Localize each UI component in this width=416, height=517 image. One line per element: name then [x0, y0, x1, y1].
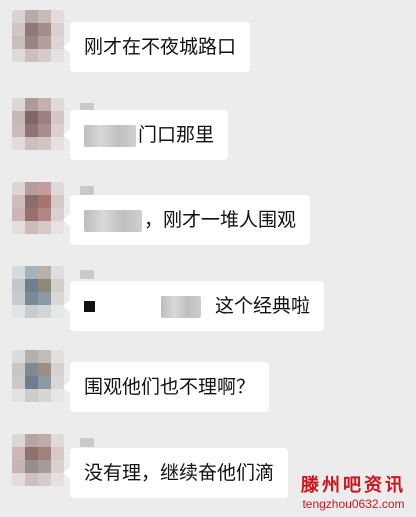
- message-text: 刚才在不夜城路口: [84, 36, 237, 58]
- avatar[interactable]: [12, 98, 64, 150]
- message-text: 围观他们也不理啊？: [84, 376, 256, 398]
- watermark-title: 滕州吧资讯: [301, 475, 406, 496]
- message-text: ，刚才一堆人围观: [144, 209, 297, 231]
- redacted-text: [84, 124, 136, 147]
- message-text: 门口那里: [138, 124, 215, 146]
- message-bubble[interactable]: 没有理，继续奋他们滴: [62, 448, 289, 498]
- redacted-text: [84, 209, 142, 232]
- avatar[interactable]: [12, 10, 64, 62]
- sender-name-blurred: [80, 438, 94, 447]
- message-bubble[interactable]: 刚才在不夜城路口: [62, 22, 251, 72]
- message-text: 没有理，继续奋他们滴: [84, 462, 275, 484]
- sender-name-blurred: [80, 186, 94, 195]
- message-bubble[interactable]: ，刚才一堆人围观: [62, 195, 311, 245]
- redacted-mark: [84, 301, 95, 312]
- watermark-url: tengzhou0632.com: [302, 497, 405, 511]
- redacted-text: [161, 295, 201, 318]
- watermark: 滕州吧资讯 tengzhou0632.com: [301, 471, 406, 511]
- avatar[interactable]: [12, 266, 64, 318]
- message-bubble[interactable]: 围观他们也不理啊？: [62, 362, 270, 412]
- message-bubble[interactable]: 这个经典啦: [62, 281, 325, 331]
- sender-name-blurred: [80, 270, 94, 279]
- message-text: 这个经典啦: [215, 295, 311, 317]
- avatar[interactable]: [12, 350, 64, 402]
- message-bubble[interactable]: 门口那里: [62, 110, 229, 160]
- avatar[interactable]: [12, 182, 64, 234]
- avatar[interactable]: [12, 434, 64, 486]
